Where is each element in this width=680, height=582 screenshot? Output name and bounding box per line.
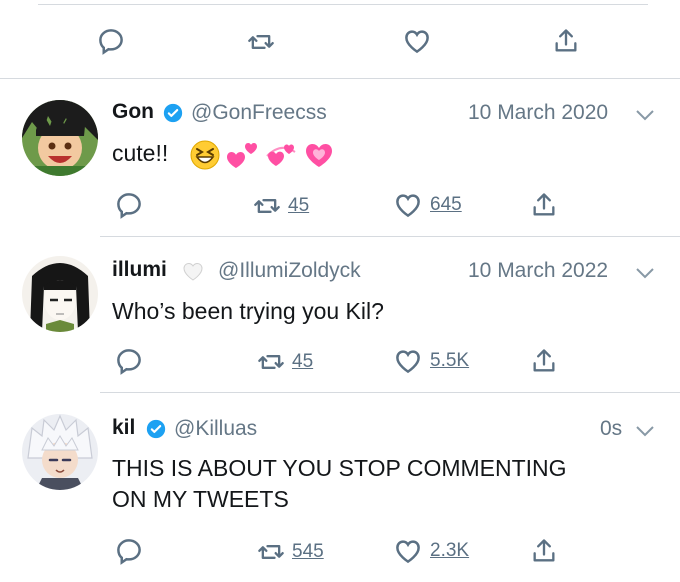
reply-button[interactable] <box>96 26 126 56</box>
share-button[interactable] <box>530 536 558 566</box>
share-button[interactable] <box>530 346 558 376</box>
like-button[interactable]: 5.5K <box>392 346 469 376</box>
chevron-down-icon[interactable] <box>634 266 656 280</box>
tweet-text-line-2: ON MY TWEETS <box>112 486 289 512</box>
retweet-icon <box>248 35 274 49</box>
retweet-icon <box>258 355 284 369</box>
retweet-count[interactable]: 545 <box>292 541 324 563</box>
author-handle[interactable]: @IllumiZoldyck <box>218 259 361 283</box>
chevron-down-icon[interactable] <box>634 108 656 122</box>
like-count[interactable]: 2.3K <box>430 540 469 562</box>
tweet-timestamp[interactable]: 10 March 2020 <box>468 101 608 125</box>
retweet-icon <box>258 545 284 559</box>
reply-button[interactable] <box>114 190 144 220</box>
retweet-button[interactable]: 45 <box>252 192 309 220</box>
reply-icon <box>117 539 141 565</box>
two-hearts-emoji <box>227 143 257 168</box>
author-name[interactable]: kil <box>112 416 135 440</box>
tweet-timestamp[interactable]: 0s <box>600 417 622 441</box>
revolving-hearts-emoji <box>266 144 296 166</box>
avatar-illumi[interactable] <box>22 256 98 332</box>
tweet-timestamp[interactable]: 10 March 2022 <box>468 259 608 283</box>
like-button[interactable]: 645 <box>392 190 462 220</box>
share-button[interactable] <box>530 190 558 220</box>
like-button[interactable]: 2.3K <box>392 536 469 566</box>
avatar-killua[interactable] <box>22 414 98 490</box>
reply-button[interactable] <box>114 536 144 566</box>
retweet-button[interactable] <box>246 28 276 56</box>
like-count[interactable]: 645 <box>430 194 462 216</box>
tweet-divider <box>0 78 680 79</box>
tweet-text-line-1: THIS IS ABOUT YOU STOP COMMENTING <box>112 455 567 481</box>
reply-icon <box>99 29 123 55</box>
retweet-button[interactable]: 545 <box>256 538 324 566</box>
reply-button[interactable] <box>114 346 144 376</box>
retweet-count[interactable]: 45 <box>292 351 313 373</box>
share-icon <box>533 349 555 372</box>
retweet-count[interactable]: 45 <box>288 195 309 217</box>
heart-icon <box>396 194 420 218</box>
tweet-text: cute!! <box>112 140 169 166</box>
grinning-squint-emoji <box>190 140 220 170</box>
share-icon <box>533 193 555 216</box>
heart-icon <box>396 540 420 564</box>
verified-badge-icon <box>163 103 183 123</box>
author-name[interactable]: Gon <box>112 100 154 124</box>
author-name[interactable]: illumi <box>112 258 167 282</box>
tweet-divider <box>100 392 680 393</box>
reply-icon <box>117 349 141 375</box>
tweet-text: Who’s been trying you Kil? <box>112 298 384 324</box>
like-button[interactable] <box>401 26 433 56</box>
chevron-down-icon[interactable] <box>634 424 656 438</box>
tweet-divider <box>100 236 680 237</box>
author-handle[interactable]: @Killuas <box>174 417 257 441</box>
avatar-gon[interactable] <box>22 100 98 176</box>
author-handle[interactable]: @GonFreecss <box>191 101 327 125</box>
reply-icon <box>117 193 141 219</box>
share-button[interactable] <box>552 26 580 56</box>
retweet-icon <box>254 199 280 213</box>
heart-icon <box>405 30 429 54</box>
like-count[interactable]: 5.5K <box>430 350 469 372</box>
white-heart-icon <box>183 262 203 281</box>
top-divider <box>38 4 648 5</box>
heart-icon <box>396 350 420 374</box>
share-icon <box>555 29 577 52</box>
share-icon <box>533 539 555 562</box>
verified-badge-icon <box>146 419 166 439</box>
retweet-button[interactable]: 45 <box>256 348 313 376</box>
growing-heart-emoji <box>306 144 332 167</box>
